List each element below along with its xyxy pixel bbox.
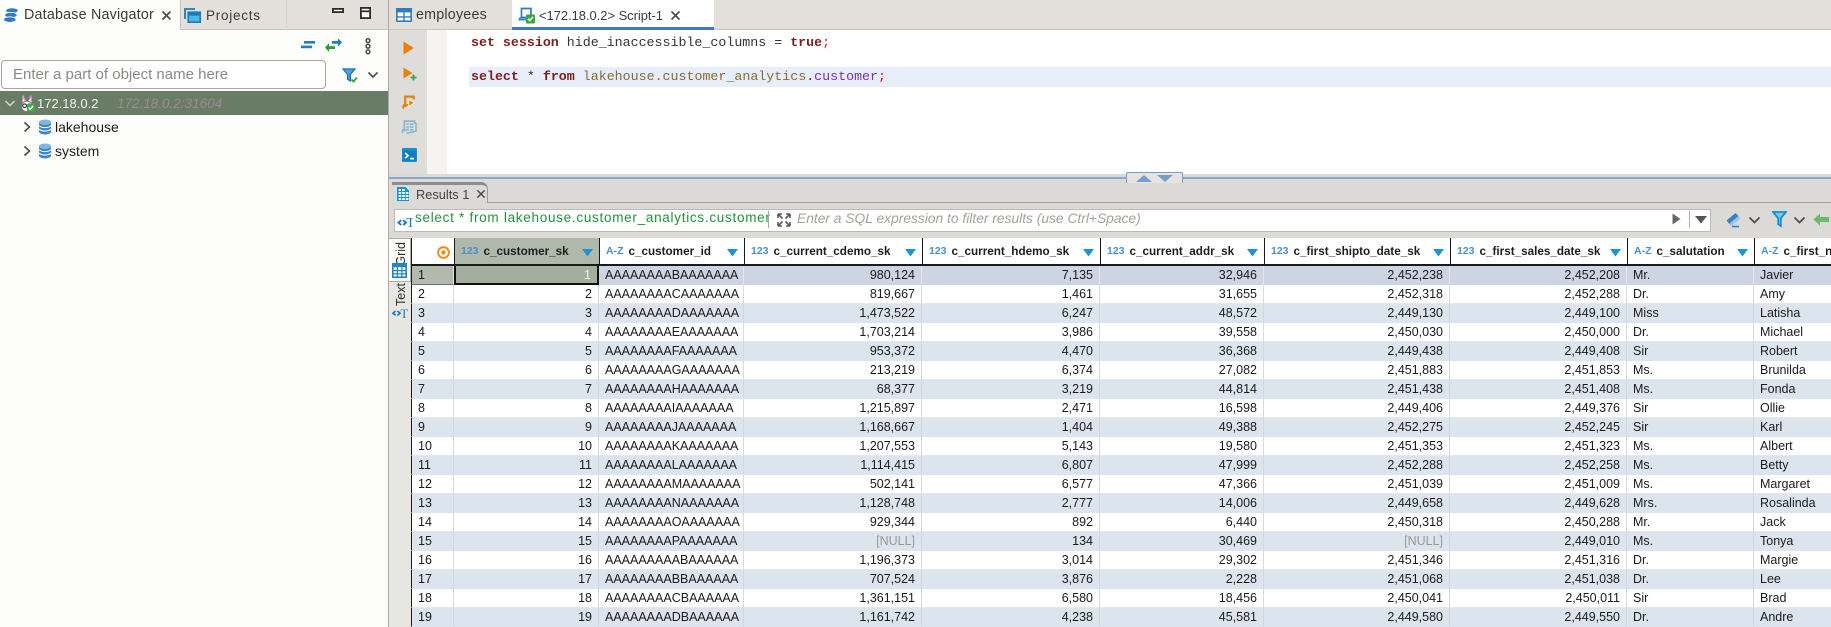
svg-text:T: T — [406, 216, 413, 228]
svg-text:T: T — [400, 307, 408, 321]
